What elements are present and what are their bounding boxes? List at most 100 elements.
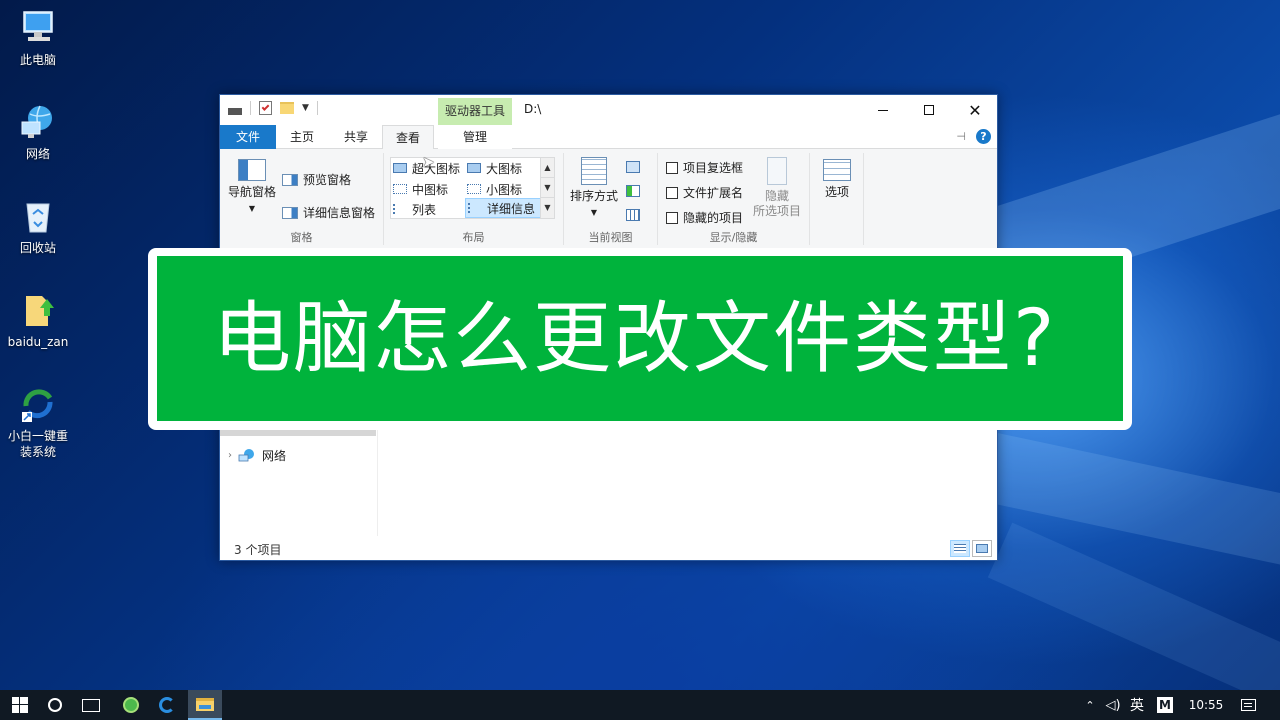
preview-pane-button[interactable]: 预览窗格: [282, 171, 351, 188]
list-view-icon: [393, 204, 407, 214]
quick-access-toolbar: ▼: [228, 101, 318, 115]
tab-view[interactable]: 查看: [382, 125, 434, 150]
chevron-down-icon[interactable]: ▼: [302, 103, 309, 113]
desktop-icon-network[interactable]: 网络: [4, 102, 72, 162]
navigation-pane-button[interactable]: 导航窗格 ▼: [226, 159, 278, 216]
options-button[interactable]: 选项: [816, 159, 858, 200]
status-bar: 3 个项目: [220, 536, 997, 560]
large-icons-view-button[interactable]: [972, 540, 992, 557]
ime-language: 英: [1130, 698, 1144, 714]
divider: [316, 101, 318, 115]
banner-title: 电脑怎么更改文件类型?: [213, 293, 1057, 384]
help-icon[interactable]: ?: [976, 129, 991, 144]
details-pane-button[interactable]: 详细信息窗格: [282, 204, 375, 221]
medium-icons-icon: [393, 184, 407, 194]
pin-ribbon-icon[interactable]: ⊣: [956, 130, 966, 143]
volume-button[interactable]: ◁): [1102, 690, 1124, 720]
layout-medium-icons[interactable]: 中图标: [393, 179, 448, 199]
details-view-button[interactable]: [950, 540, 970, 557]
options-icon: [823, 159, 851, 181]
group-by-icon[interactable]: [626, 161, 640, 173]
desktop-icon-label: 回收站: [19, 241, 56, 255]
extra-large-icons-icon: [393, 163, 407, 173]
minimize-button[interactable]: [860, 95, 906, 125]
layout-list[interactable]: 列表: [393, 199, 436, 219]
layout-details[interactable]: 详细信息: [465, 198, 541, 218]
browser-360-icon: [123, 697, 139, 713]
layout-small-icons[interactable]: 小图标: [467, 179, 522, 199]
taskbar-browser-edge[interactable]: [152, 690, 182, 720]
ime-language-button[interactable]: 英: [1126, 690, 1148, 720]
task-view-button[interactable]: [76, 690, 106, 720]
chevron-right-icon[interactable]: ›: [228, 450, 232, 461]
edge-browser-icon: [159, 697, 175, 713]
chevron-down-icon: ▼: [248, 204, 256, 213]
search-button[interactable]: [40, 690, 70, 720]
gallery-expand-icon[interactable]: ▼: [541, 198, 554, 218]
desktop-icon-reinstall[interactable]: 小白一键重 装系统: [4, 384, 72, 460]
group-title: 窗格: [290, 231, 313, 244]
computer-icon: [23, 11, 53, 41]
drive-icon[interactable]: [228, 107, 242, 115]
hidden-items-toggle[interactable]: 隐藏的项目: [666, 209, 743, 226]
item-count: 3 个项目: [234, 543, 282, 557]
recycle-bin-icon: [26, 203, 50, 233]
checkbox[interactable]: [666, 211, 678, 224]
title-banner: 电脑怎么更改文件类型?: [148, 248, 1132, 430]
tab-manage[interactable]: 管理: [438, 125, 512, 149]
desktop-icon-recycle-bin[interactable]: 回收站: [4, 196, 72, 256]
maximize-button[interactable]: [906, 95, 952, 125]
ribbon-tab-bar: 文件 主页 共享 查看 管理 ⊣ ?: [220, 125, 997, 150]
file-extensions-toggle[interactable]: 文件扩展名: [666, 184, 743, 201]
scroll-down-icon[interactable]: ▼: [541, 178, 554, 198]
group-title: 布局: [462, 231, 485, 244]
nav-item-network[interactable]: › 网络: [228, 447, 286, 464]
layout-large-icons[interactable]: 大图标: [467, 158, 522, 178]
checkbox[interactable]: [666, 161, 678, 174]
sort-by-button[interactable]: 排序方式 ▼: [568, 157, 620, 220]
taskbar-file-explorer[interactable]: [188, 690, 222, 720]
size-columns-icon[interactable]: [626, 209, 640, 221]
item-checkboxes-toggle[interactable]: 项目复选框: [666, 159, 743, 176]
notification-icon: [1240, 699, 1256, 711]
new-folder-icon[interactable]: [280, 102, 294, 114]
properties-icon[interactable]: [259, 101, 272, 115]
add-columns-icon[interactable]: [626, 185, 640, 197]
title-banner-green: 电脑怎么更改文件类型?: [157, 256, 1123, 421]
desktop-icon-label: baidu_zan: [7, 335, 69, 349]
tab-file[interactable]: 文件: [220, 125, 276, 149]
tab-share[interactable]: 共享: [330, 125, 382, 149]
desktop-icon-label: 小白一键重: [7, 429, 68, 443]
hide-selected-icon: [767, 157, 787, 185]
desktop-icon-baidu-zan[interactable]: baidu_zan: [4, 290, 72, 350]
ribbon-controls: ⊣ ?: [956, 129, 991, 144]
desktop-icon-this-pc[interactable]: 此电脑: [4, 8, 72, 68]
layout-gallery-scroll: ▲ ▼ ▼: [540, 158, 554, 218]
desktop-icon-label: 装系统: [19, 445, 56, 459]
group-title: 当前视图: [588, 231, 633, 244]
preview-pane-icon: [282, 173, 298, 186]
ime-mode-button[interactable]: M: [1154, 690, 1176, 720]
file-explorer-icon: [196, 697, 214, 711]
hide-selected-items-button[interactable]: 隐藏 所选项目: [750, 157, 804, 219]
folder-arrow-icon: [26, 296, 54, 326]
layout-gallery: 超大图标 大图标 中图标 小图标 列表 详细信息 ▲ ▼ ▼: [390, 157, 555, 219]
reinstall-app-icon: [22, 389, 53, 422]
details-view-icon: [954, 544, 966, 553]
taskbar-browser-360[interactable]: [116, 690, 146, 720]
nav-pane-scrollbar[interactable]: [220, 430, 376, 436]
show-hidden-icons-button[interactable]: ⌃: [1080, 690, 1100, 720]
tab-home[interactable]: 主页: [276, 125, 328, 149]
mouse-cursor-icon: ➤: [422, 153, 435, 171]
ribbon-group-options: 选项: [810, 153, 864, 245]
checkbox[interactable]: [666, 186, 678, 199]
close-button[interactable]: ✕: [952, 95, 998, 125]
scroll-up-icon[interactable]: ▲: [541, 158, 554, 178]
start-button[interactable]: [0, 690, 40, 720]
action-center-button[interactable]: [1234, 690, 1262, 720]
sort-by-icon: [581, 157, 607, 185]
navigation-pane-icon: [238, 159, 266, 181]
cortana-circle-icon: [48, 698, 62, 712]
chevron-up-icon: ⌃: [1085, 698, 1095, 712]
clock[interactable]: 10:55: [1182, 690, 1230, 720]
